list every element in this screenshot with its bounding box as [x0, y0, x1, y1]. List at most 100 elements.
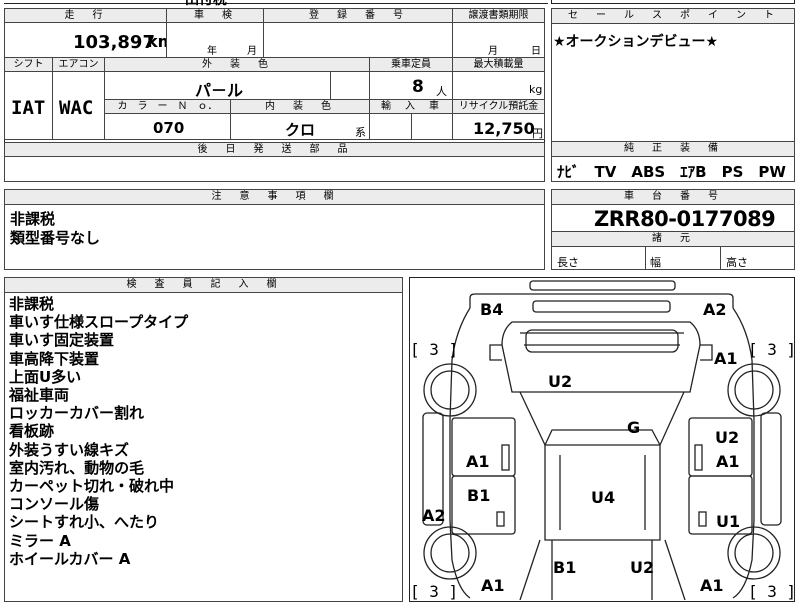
capacity-cell: 8 人 — [369, 71, 453, 100]
later-parts-cell — [4, 156, 545, 182]
dims-height: 高さ — [726, 256, 748, 269]
inspector-line: 非課税 — [9, 295, 55, 313]
registration-label: 登 録 番 号 — [263, 8, 453, 23]
caution-line: 類型番号なし — [10, 229, 101, 247]
caution-line: 非課税 — [10, 210, 56, 228]
tire-rear-right: [ 3 ] — [748, 582, 797, 601]
mark-b1-left-door: B1 — [467, 486, 491, 505]
registration-cell — [263, 22, 453, 58]
mark-u4: U4 — [591, 488, 616, 507]
mark-b1-bottom: B1 — [553, 558, 577, 577]
shift-cell: IAT — [4, 71, 53, 140]
mark-u2-bottom: U2 — [630, 558, 655, 577]
inspector-line: ホイールカバー A — [9, 549, 131, 568]
tire-front-right: [ 3 ] — [748, 340, 797, 359]
recycle-unit: 円 — [532, 127, 543, 140]
shaken-label: 車 検 — [166, 8, 264, 23]
transfer-cell: 月 日 — [452, 22, 545, 58]
equipment-text: ﾅﾋﾞ TV ABS ｴｱB PS PW — [557, 163, 786, 181]
max-load-cell: kg — [452, 71, 545, 100]
inspector-line: 福祉車両 — [9, 386, 70, 405]
dims-width-cell: 幅 — [645, 246, 721, 270]
top-right-strip — [551, 0, 795, 4]
caution-label: 注 意 事 項 欄 — [4, 189, 545, 205]
shaken-cell: 年 月 — [166, 22, 264, 58]
chassis-label: 車 台 番 号 — [551, 189, 795, 205]
mark-u2-hood: U2 — [548, 372, 573, 391]
mark-a1-left-door: A1 — [466, 452, 490, 471]
inspector-line: 外装うすい線キズ — [9, 440, 130, 459]
inspector-line: 車高降下装置 — [9, 349, 100, 368]
mark-b4: B4 — [480, 300, 504, 319]
recycle-label: リサイクル預託金 — [452, 99, 545, 114]
aircon-value: WAC — [59, 97, 94, 119]
shaken-month: 月 — [247, 46, 257, 57]
capacity-value: 8 — [412, 77, 424, 97]
caution-cell: 非課税 類型番号なし — [4, 204, 545, 270]
dims-length-cell: 長さ — [551, 246, 646, 270]
inspector-line: 看板跡 — [9, 422, 55, 441]
shift-label: シフト — [4, 57, 53, 72]
top-border-strip — [4, 0, 548, 4]
capacity-label: 乗車定員 — [369, 57, 453, 72]
mark-u1-right: U1 — [716, 512, 741, 531]
chassis-cell: ZRR80-0177089 — [551, 204, 795, 232]
dims-label: 諸 元 — [551, 231, 795, 247]
color-no-value: 070 — [153, 119, 185, 137]
color-no-label: カ ラ ー Ｎ ｏ． — [104, 99, 231, 114]
interior-suffix: 系 — [355, 126, 366, 139]
inspector-line: 車いす固定装置 — [9, 331, 115, 350]
mark-a1-left-rear: A1 — [481, 576, 505, 595]
max-load-unit: kg — [529, 83, 543, 96]
interior-label: 内 装 色 — [230, 99, 370, 114]
inspector-line: ミラー A — [9, 531, 71, 550]
aircon-cell: WAC — [52, 71, 105, 140]
tire-front-left: [ 3 ] — [410, 340, 459, 359]
mileage-value: 103,897 — [73, 32, 155, 53]
transfer-month: 月 — [488, 46, 498, 57]
mark-a2-left: A2 — [422, 506, 446, 525]
dims-height-cell: 高さ — [720, 246, 795, 270]
mark-a1-right-front: A1 — [714, 349, 738, 368]
shaken-year: 年 — [207, 46, 217, 57]
inspector-line: ロッカーカバー割れ — [9, 404, 145, 423]
mark-a1-right-door: A1 — [716, 452, 740, 471]
mark-g: G — [627, 418, 641, 437]
dims-length: 長さ — [557, 256, 579, 269]
sales-point-label: セ ー ル ス ポ イ ン ト — [551, 8, 795, 24]
mileage-label: 走 行 — [4, 8, 167, 23]
mark-u2-right-door: U2 — [715, 428, 740, 447]
tire-rear-left: [ 3 ] — [410, 582, 459, 601]
mark-a1-right-rear: A1 — [700, 576, 724, 595]
import-label: 輸 入 車 — [369, 99, 453, 114]
equipment-cell: ﾅﾋﾞ TV ABS ｴｱB PS PW — [551, 156, 795, 182]
sales-point-text: ★オークションデビュー★ — [553, 34, 719, 50]
aircon-label: エアコン — [52, 57, 105, 72]
inspector-label: 検 査 員 記 入 欄 — [4, 277, 403, 293]
inspector-line: 室内汚れ、動物の毛 — [9, 458, 145, 477]
exterior-value: パ－ル — [195, 81, 244, 100]
interior-cell: クロ 系 — [230, 113, 370, 140]
sales-point-cell: ★オークションデビュー★ — [551, 23, 795, 142]
inspector-line: 上面U多い — [9, 367, 82, 386]
mileage-unit: km — [147, 32, 166, 51]
inspector-line: 車いす仕様スロープタイプ — [9, 313, 189, 332]
exterior-extra-cell — [330, 71, 370, 100]
inspector-line: カーペット切れ・破れ中 — [9, 477, 175, 496]
recycle-cell: 12,750 円 — [452, 113, 545, 140]
inspector-line: コンソール傷 — [9, 495, 100, 514]
import-cell-a — [369, 113, 412, 140]
later-parts-label: 後 日 発 送 部 品 — [4, 142, 545, 157]
import-cell-b — [411, 113, 453, 140]
exterior-cell: パ－ル — [104, 71, 331, 100]
transfer-label: 譲渡書類期限 — [452, 8, 545, 23]
mileage-cell: 103,897 km — [4, 22, 167, 58]
color-no-cell: 070 — [104, 113, 231, 140]
inspector-line: シートすれ小、へたり — [9, 513, 160, 532]
exterior-label: 外 装 色 — [104, 57, 370, 72]
transfer-day: 日 — [531, 46, 541, 57]
shift-value: IAT — [11, 97, 46, 119]
interior-value: クロ — [285, 121, 316, 139]
recycle-value: 12,750 — [473, 119, 535, 138]
inspector-notes: 非課税 車いす仕様スロープタイプ 車いす固定装置 車高降下装置 上面U多い 福祉… — [4, 292, 403, 602]
